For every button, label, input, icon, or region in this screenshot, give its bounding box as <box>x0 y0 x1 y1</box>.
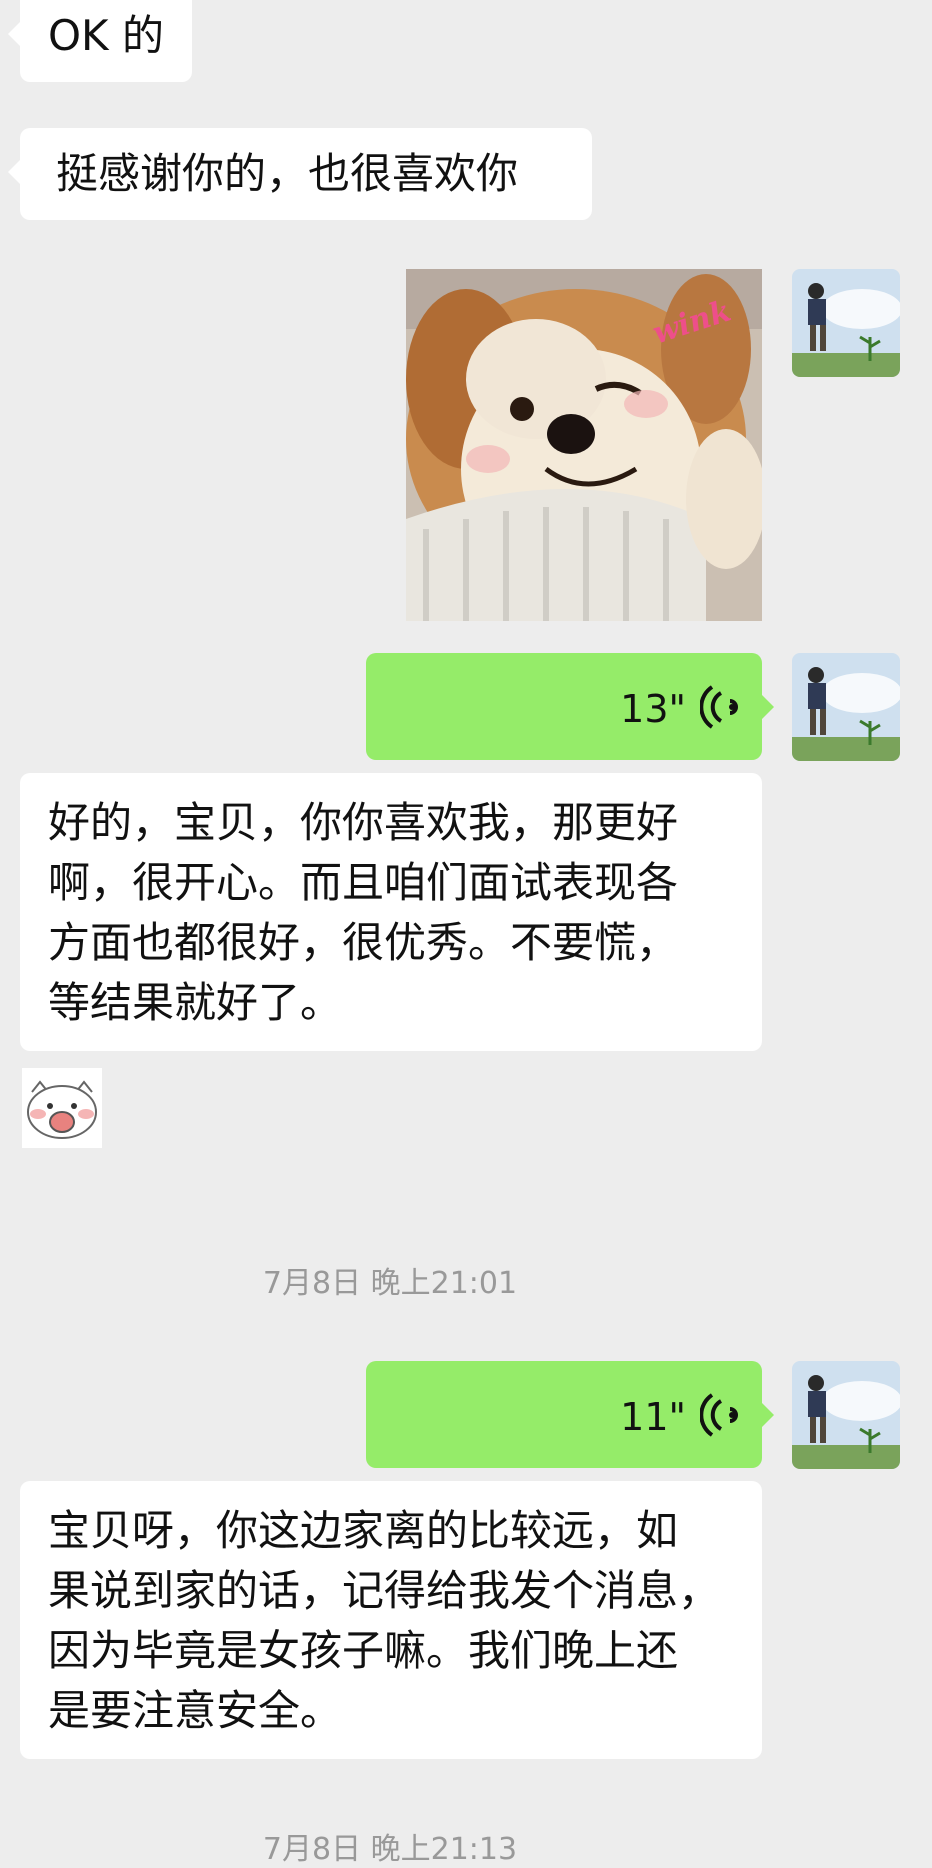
voice-message-11[interactable]: 11" <box>366 1361 774 1468</box>
message-bubble-ok[interactable]: OK 的 <box>8 0 192 82</box>
pig-sticker-image <box>27 1080 97 1139</box>
voice-wave-icon <box>700 1393 738 1437</box>
voice-message-13[interactable]: 13" <box>366 653 774 760</box>
avatar[interactable] <box>792 269 900 377</box>
dog-sticker[interactable]: wink <box>406 269 762 621</box>
message-line: 好的，宝贝，你你喜欢我，那更好 <box>48 798 679 847</box>
pig-sticker[interactable] <box>22 1068 102 1148</box>
message-line: 宝贝呀，你这边家离的比较远，如 <box>48 1506 679 1555</box>
message-bubble-thanks[interactable]: 挺感谢你的，也很喜欢你 <box>8 128 592 220</box>
message-line: 等结果就好了。 <box>48 978 343 1027</box>
message-bubble-long-1[interactable]: 好的，宝贝，你你喜欢我，那更好 啊，很开心。而且咱们面试表现各 方面也都很好，很… <box>20 773 762 1051</box>
avatar[interactable] <box>792 1361 900 1469</box>
timestamp: 7月8日 晚上21:01 <box>262 1266 518 1301</box>
message-line: 果说到家的话，记得给我发个消息， <box>48 1566 721 1615</box>
message-bubble-long-2[interactable]: 宝贝呀，你这边家离的比较远，如 果说到家的话，记得给我发个消息， 因为毕竟是女孩… <box>20 1481 762 1759</box>
message-text: OK 的 <box>48 11 164 60</box>
avatar[interactable] <box>792 653 900 761</box>
message-line: 是要注意安全。 <box>48 1686 343 1735</box>
message-text: 挺感谢你的，也很喜欢你 <box>56 149 519 198</box>
message-line: 因为毕竟是女孩子嘛。我们晚上还 <box>48 1626 679 1675</box>
timestamp: 7月8日 晚上21:13 <box>262 1832 518 1867</box>
avatar-image <box>792 653 900 761</box>
voice-wave-icon <box>700 685 738 729</box>
avatar-image <box>792 269 900 377</box>
voice-duration: 13" <box>620 687 686 731</box>
avatar-image <box>792 1361 900 1469</box>
voice-duration: 11" <box>620 1395 686 1439</box>
message-line: 啊，很开心。而且咱们面试表现各 <box>48 858 679 907</box>
message-line: 方面也都很好，很优秀。不要慌， <box>48 918 679 967</box>
